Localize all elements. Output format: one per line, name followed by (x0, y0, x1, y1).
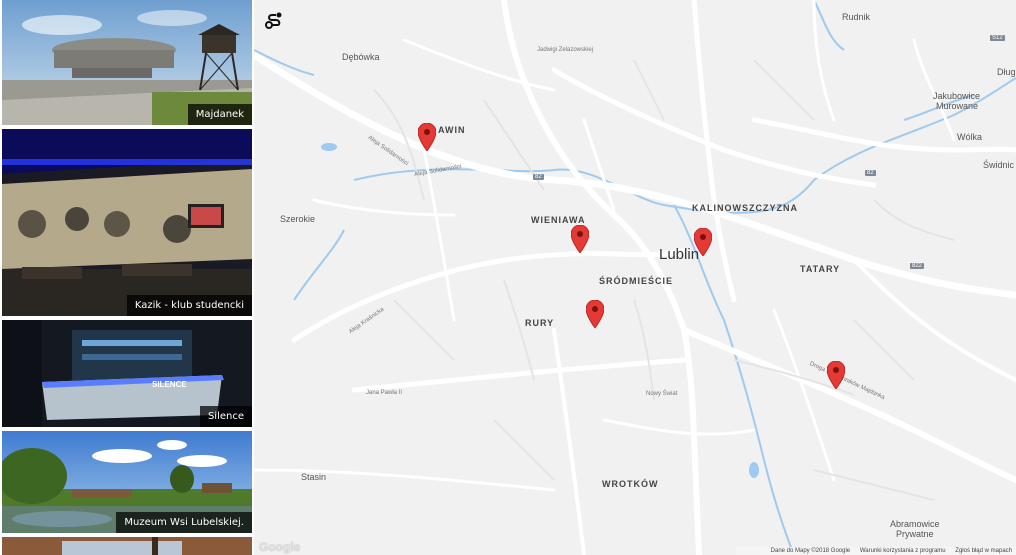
place-card-silence[interactable]: SILENCE Silence (2, 320, 252, 427)
place-card-label: Kazik - klub studencki (126, 295, 252, 316)
district-label-rury: RURY (525, 318, 555, 328)
place-card-partial[interactable] (2, 537, 252, 555)
map-canvas[interactable]: Rudnik Dębówka Dług Jakubowice Murowane … (254, 0, 1016, 555)
places-sidebar: Majdanek Kazik - klub studencki SILENCE … (0, 0, 254, 555)
place-label-dlugi: Dług (997, 67, 1016, 77)
district-label-tatary: TATARY (800, 264, 841, 274)
place-card-majdanek[interactable]: Majdanek (2, 0, 252, 125)
road-shield-s12: S12 (990, 35, 1005, 41)
road-label-zelazowskiej: Jadwigi Zelazowskiej (537, 47, 594, 53)
partial-photo (2, 537, 252, 555)
google-logo[interactable]: Google (259, 540, 300, 554)
road-shield-82-b: 82 (865, 170, 876, 176)
map-marker-majdanek[interactable] (418, 123, 436, 151)
road-shield-822: 822 (910, 263, 925, 269)
road-label-pawla: Jana Pawła II (366, 390, 403, 396)
place-label-jakubowice: Jakubowice (933, 91, 981, 101)
place-card-label: Majdanek (187, 104, 252, 125)
place-label-rudnik: Rudnik (842, 12, 871, 22)
place-label-wolka: Wólka (957, 132, 983, 142)
route-icon[interactable] (264, 10, 284, 30)
place-label-prywatne: Prywatne (896, 529, 934, 539)
place-card-label: Muzeum Wsi Lubelskiej. (116, 512, 252, 533)
district-label-slawin: AWIN (438, 125, 466, 135)
place-card-label: Silence (199, 406, 252, 427)
map-attribution: Dane do Mapy ©2018 Google Warunki korzys… (758, 547, 1016, 555)
place-card-muzeum[interactable]: Muzeum Wsi Lubelskiej. (2, 431, 252, 533)
terms-link[interactable]: Warunki korzystania z programu (860, 548, 946, 554)
map-marker-silence[interactable] (694, 228, 712, 256)
place-label-szerokie: Szerokie (280, 214, 316, 224)
place-label-abramowice: Abramowice (890, 519, 940, 529)
place-label-swidnik: Świdnic (983, 160, 1015, 170)
map-marker-muzeum[interactable] (586, 300, 604, 328)
map-data-credit: Dane do Mapy ©2018 Google (770, 548, 851, 554)
svg-text:SILENCE: SILENCE (152, 380, 187, 389)
district-label-wieniawa: WIENIAWA (531, 215, 586, 225)
map-marker-kazik[interactable] (571, 225, 589, 253)
place-label-stasin: Stasin (301, 472, 327, 482)
district-label-wrotkow: WROTKÓW (602, 479, 659, 489)
road-shield-82: 82 (533, 174, 544, 180)
place-label-murowane: Murowane (936, 101, 979, 111)
place-label-debowka: Dębówka (342, 52, 380, 62)
district-label-srodmiescie: ŚRÓDMIEŚCIE (599, 276, 674, 286)
district-label-kalinowszczyzna: KALINOWSZCZYZNA (692, 203, 798, 213)
map-marker-5[interactable] (827, 361, 845, 389)
kazik-photo (2, 129, 252, 316)
report-error-link[interactable]: Zgłoś błąd w mapach (955, 548, 1012, 554)
place-card-kazik[interactable]: Kazik - klub studencki (2, 129, 252, 316)
road-label-nowy-swiat: Nowy Świat (646, 391, 678, 397)
